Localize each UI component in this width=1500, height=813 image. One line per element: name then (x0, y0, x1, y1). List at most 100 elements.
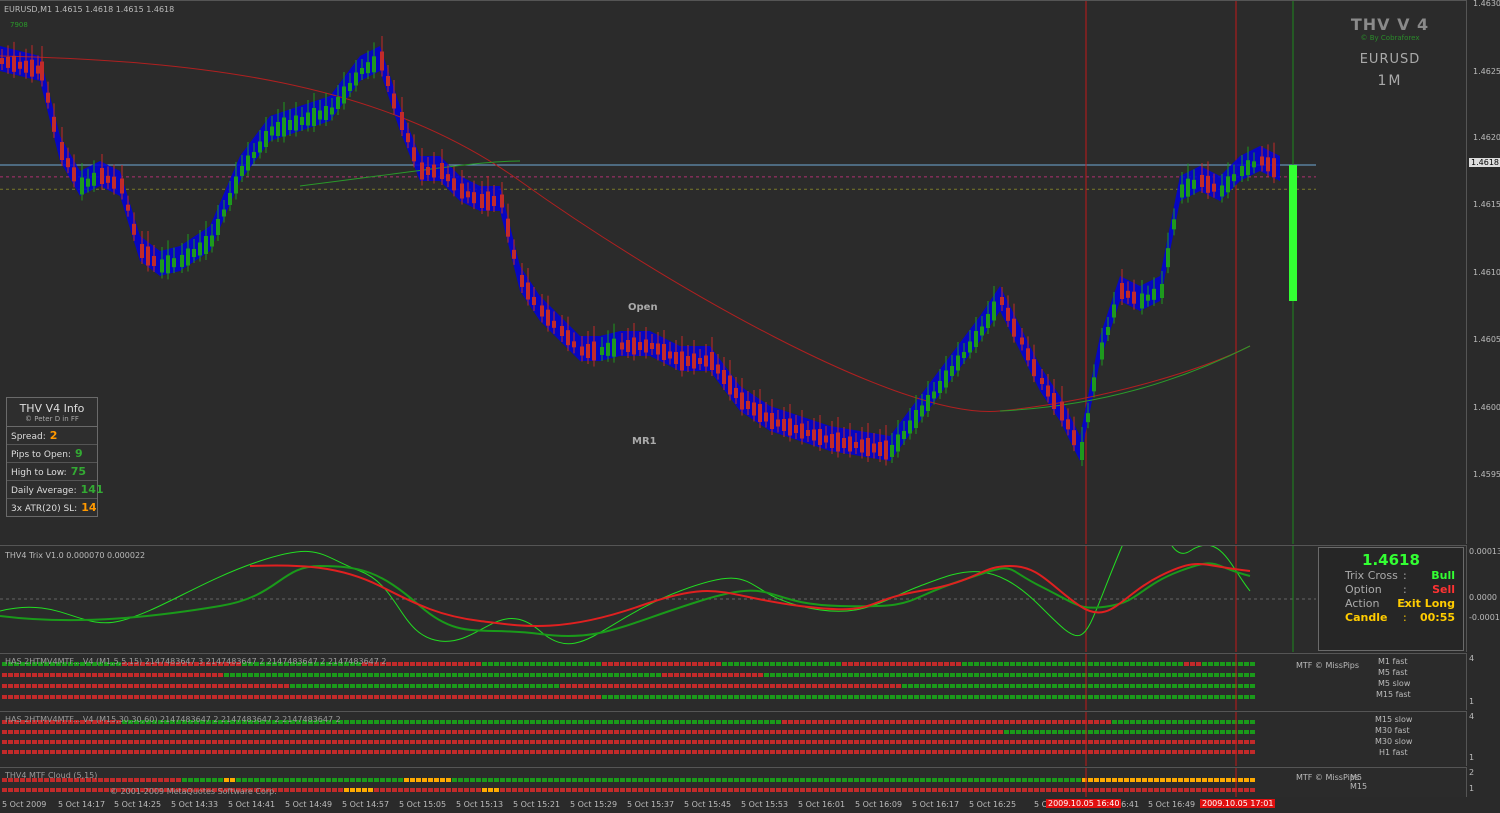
mtf-cell (440, 695, 445, 699)
mtf-cell (128, 730, 133, 734)
mtf-cell (866, 684, 871, 688)
mtf-cell (560, 662, 565, 666)
mtf-cell (50, 730, 55, 734)
trix-row-value: Sell (1432, 583, 1455, 596)
mtf-cell (1154, 750, 1159, 754)
mtf-cell (836, 750, 841, 754)
mtf-cell (518, 673, 523, 677)
mtf-cell (404, 740, 409, 744)
mtf-cell (86, 695, 91, 699)
mtf-cell (770, 673, 775, 677)
mtf-cell (1196, 788, 1201, 792)
mtf-cell (704, 750, 709, 754)
mtf-cell (812, 788, 817, 792)
price-axis[interactable]: 1.4630 1.4625 1.4620 1.4618 1.4615 1.461… (1466, 0, 1500, 544)
mtf-cell (188, 695, 193, 699)
mtf-cell (632, 720, 637, 724)
mtf-cell (1208, 720, 1213, 724)
mtf-cell (86, 673, 91, 677)
mtf-panel-2[interactable]: HAS 2HTMV4MTF... V4 (M15,30,30,60) 21474… (0, 711, 1466, 766)
mtf-cell (1244, 684, 1249, 688)
mtf-cell (614, 684, 619, 688)
mtf-cell (1028, 788, 1033, 792)
mtf-cell (452, 720, 457, 724)
mtf-cell (692, 673, 697, 677)
candle-body (6, 56, 10, 68)
mtf-cell (200, 778, 205, 782)
mtf-cell (1004, 684, 1009, 688)
candle-body (312, 108, 316, 126)
mtf-panel-1[interactable]: HAS 2HTMV4MTF... V4 (M1,5,5,15) 21474836… (0, 653, 1466, 710)
mtf-cell (962, 695, 967, 699)
mtf-cell (476, 750, 481, 754)
mtf-cell (776, 673, 781, 677)
mtf-cell (92, 695, 97, 699)
mtf-cell (818, 730, 823, 734)
mtf-cell (662, 750, 667, 754)
mtf-cell (542, 695, 547, 699)
mtf-cell (320, 778, 325, 782)
info-value: 75 (70, 465, 87, 478)
mtf-tick: 2 (1469, 768, 1475, 777)
mtf-cell (608, 662, 613, 666)
mtf-row-label: M5 fast (1378, 668, 1408, 677)
candle-body (192, 249, 196, 257)
trix-row-sep: : (1403, 569, 1407, 582)
mtf-cell (968, 673, 973, 677)
mtf-cell (998, 720, 1003, 724)
candle-body (884, 440, 888, 460)
mtf-cell (1214, 750, 1219, 754)
mtf-cell (782, 684, 787, 688)
mtf-cell (878, 750, 883, 754)
mtf-cell (1016, 778, 1021, 782)
mtf-cell (1208, 662, 1213, 666)
mtf-cell (1106, 662, 1111, 666)
mtf-cell (800, 730, 805, 734)
mtf-cell (788, 788, 793, 792)
trix-canvas[interactable] (0, 546, 1466, 652)
mtf-cell (470, 684, 475, 688)
mtf-cell (596, 684, 601, 688)
time-tick: 5 Oct 15:29 (570, 800, 618, 809)
mtf-cell (68, 730, 73, 734)
price-chart-canvas[interactable] (0, 1, 1466, 544)
mtf-cell (1106, 673, 1111, 677)
mtf-cell (992, 720, 997, 724)
mtf-cell (302, 778, 307, 782)
mtf-cell (542, 720, 547, 724)
mtf-cell (320, 788, 325, 792)
mtf-cell (830, 695, 835, 699)
mtf-cloud-panel[interactable]: THV4 MTF Cloud (5,15) MTF © MissPips M5 … (0, 767, 1466, 797)
mtf-cell (1202, 673, 1207, 677)
mtf-cell (824, 788, 829, 792)
mtf-cell (314, 695, 319, 699)
trix-row-label: Candle (1345, 611, 1388, 624)
mtf-cell (608, 695, 613, 699)
time-tick: 5 Oct 16:49 (1148, 800, 1196, 809)
mtf-cell (632, 662, 637, 666)
trix-indicator-panel[interactable]: THV4 Trix V1.0 0.000070 0.000022 (0, 545, 1466, 652)
mtf-cell (1100, 730, 1105, 734)
candle-body (0, 58, 4, 64)
mtf-cell (668, 684, 673, 688)
mtf-cell (164, 673, 169, 677)
mtf-cell (38, 788, 43, 792)
time-axis[interactable]: 5 Oct 2009 5 Oct 14:17 5 Oct 14:25 5 Oct… (0, 797, 1500, 813)
mtf-cell (914, 695, 919, 699)
mtf-cell (602, 673, 607, 677)
mtf-cell (950, 673, 955, 677)
mtf-cell (32, 684, 37, 688)
mtf-cell (182, 684, 187, 688)
mtf-cell (248, 695, 253, 699)
mtf-cell (1016, 740, 1021, 744)
main-price-chart[interactable]: EURUSD,M1 1.4615 1.4618 1.4615 1.4618 79… (0, 0, 1466, 544)
candle-body (354, 72, 358, 86)
mtf-cell (116, 684, 121, 688)
mtf-cell (830, 673, 835, 677)
mtf-cell (380, 730, 385, 734)
mtf-cell (1094, 788, 1099, 792)
mtf-cell (1226, 788, 1231, 792)
mtf-cell (716, 662, 721, 666)
candle-body (360, 68, 364, 74)
candle-body (592, 341, 596, 361)
